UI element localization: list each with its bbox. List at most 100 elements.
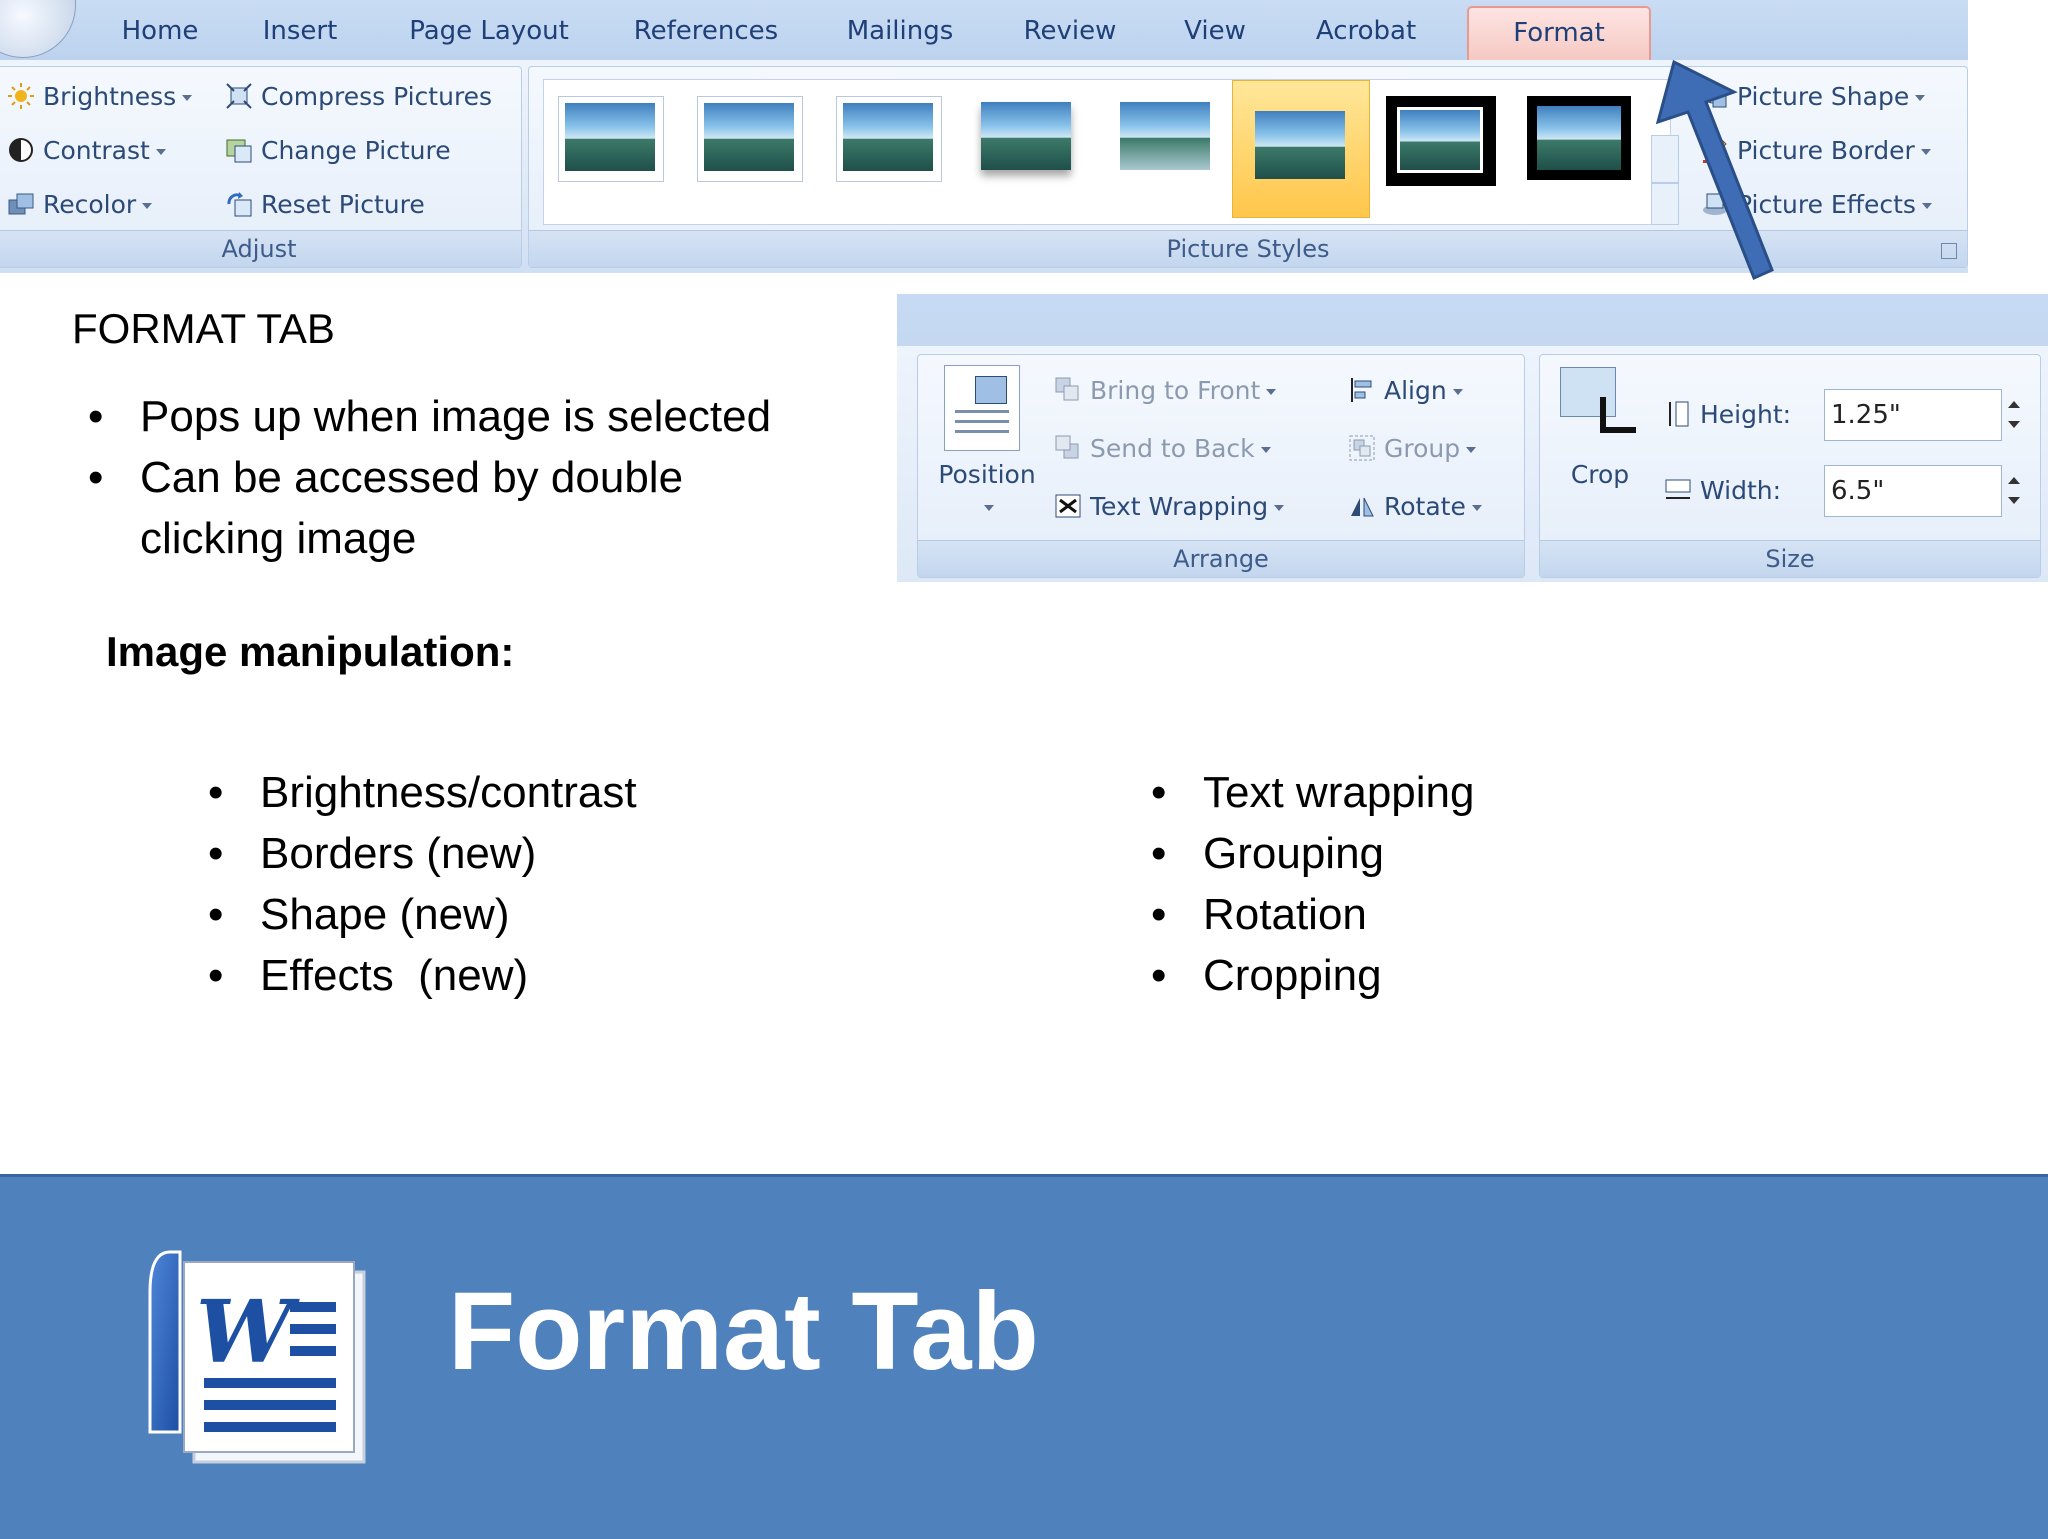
intro-bullet: Pops up when image is selected — [88, 386, 848, 447]
crop-button[interactable]: Crop — [1550, 455, 1650, 495]
reset-picture-button[interactable]: Reset Picture — [225, 185, 425, 225]
list-item: Shape (new) — [208, 884, 808, 945]
height-input[interactable]: 1.25" — [1824, 389, 2002, 441]
bring-to-front-label: Bring to Front — [1090, 376, 1261, 405]
list-item: Text wrapping — [1151, 762, 1751, 823]
group-button[interactable]: Group — [1348, 429, 1477, 469]
height-icon — [1664, 400, 1692, 428]
tab-mailings[interactable]: Mailings — [836, 10, 964, 52]
align-label: Align — [1384, 376, 1447, 405]
chevron-down-icon — [1471, 505, 1482, 511]
height-label-row: Height: — [1664, 395, 1791, 435]
position-icon[interactable] — [944, 365, 1020, 451]
send-to-back-label: Send to Back — [1090, 434, 1255, 463]
picture-style-thumbnail[interactable] — [558, 96, 664, 182]
height-label: Height: — [1700, 400, 1792, 429]
height-spinner[interactable] — [2000, 389, 2028, 441]
compress-icon — [225, 82, 253, 110]
contrast-icon — [7, 136, 35, 164]
picture-style-thumbnail[interactable] — [1114, 96, 1218, 180]
list-item: Effects (new) — [208, 945, 808, 1006]
picture-style-thumbnail[interactable] — [836, 96, 942, 182]
chevron-down-icon — [1266, 389, 1277, 395]
bring-to-front-icon — [1054, 376, 1082, 404]
change-picture-button[interactable]: Change Picture — [225, 131, 451, 171]
chevron-down-icon — [155, 149, 166, 155]
position-button[interactable]: Position — [932, 455, 1042, 495]
dialog-launcher-icon[interactable] — [1941, 243, 1957, 259]
rotate-label: Rotate — [1384, 492, 1466, 521]
compress-pictures-button[interactable]: Compress Pictures — [225, 77, 492, 117]
tab-view[interactable]: View — [1170, 10, 1260, 52]
sun-icon — [7, 82, 35, 110]
tab-page-layout[interactable]: Page Layout — [404, 10, 574, 52]
group-label: Group — [1384, 434, 1461, 463]
send-to-back-icon — [1054, 434, 1082, 462]
tab-review[interactable]: Review — [1014, 10, 1126, 52]
bring-to-front-button[interactable]: Bring to Front — [1054, 371, 1277, 411]
list-item: Rotation — [1151, 884, 1751, 945]
list-item: Cropping — [1151, 945, 1751, 1006]
change-picture-icon — [225, 136, 253, 164]
word-logo-icon: W — [148, 1250, 366, 1464]
recolor-label: Recolor — [43, 190, 137, 219]
adjust-group-label: Adjust — [0, 230, 521, 267]
chevron-down-icon — [1452, 389, 1463, 395]
text-wrapping-label: Text Wrapping — [1090, 492, 1269, 521]
intro-bullets: Pops up when image is selected Can be ac… — [88, 386, 848, 569]
align-icon — [1348, 376, 1376, 404]
tab-format[interactable]: Format — [1467, 6, 1651, 60]
chevron-down-icon — [1466, 447, 1477, 453]
picture-style-thumbnail[interactable] — [975, 96, 1079, 180]
contrast-button[interactable]: Contrast — [7, 131, 166, 171]
picture-style-thumbnail-selected[interactable] — [1232, 80, 1370, 218]
align-button[interactable]: Align — [1348, 371, 1463, 411]
list-item: Brightness/contrast — [208, 762, 808, 823]
chevron-down-icon — [182, 95, 193, 101]
tab-acrobat[interactable]: Acrobat — [1306, 10, 1426, 52]
width-label: Width: — [1700, 476, 1782, 505]
chevron-down-icon — [1921, 203, 1932, 209]
send-to-back-button[interactable]: Send to Back — [1054, 429, 1271, 469]
group-icon — [1348, 434, 1376, 462]
picture-style-thumbnail[interactable] — [697, 96, 803, 182]
compress-pictures-label: Compress Pictures — [261, 82, 493, 111]
brightness-button[interactable]: Brightness — [7, 77, 193, 117]
arrange-size-ribbon-body: Position Bring to Front Send to Back Tex… — [897, 346, 2048, 582]
tab-insert[interactable]: Insert — [252, 10, 348, 52]
chevron-down-icon — [1915, 95, 1926, 101]
recolor-button[interactable]: Recolor — [7, 185, 153, 225]
office-button[interactable] — [0, 0, 76, 58]
intro-bullet: Can be accessed by double clicking image — [88, 447, 780, 569]
slide-title: Format Tab — [448, 1270, 1039, 1393]
text-wrapping-button[interactable]: Text Wrapping — [1054, 487, 1285, 527]
adjust-group: Brightness Contrast Recolor Compress Pic… — [0, 66, 522, 268]
list-item: Borders (new) — [208, 823, 808, 884]
width-icon — [1664, 476, 1692, 504]
arrange-size-ribbon: Position Bring to Front Send to Back Tex… — [897, 294, 2048, 582]
list-item: Grouping — [1151, 823, 1751, 884]
size-group-label: Size — [1540, 540, 2040, 577]
chevron-down-icon — [1920, 149, 1931, 155]
width-input[interactable]: 6.5" — [1824, 465, 2002, 517]
chevron-down-icon — [1274, 505, 1285, 511]
left-bullets: Brightness/contrast Borders (new) Shape … — [208, 762, 808, 1006]
change-picture-label: Change Picture — [261, 136, 451, 165]
picture-style-thumbnail[interactable] — [1386, 96, 1496, 186]
annotation-arrow — [1655, 59, 1774, 281]
tab-references[interactable]: References — [626, 10, 786, 52]
width-spinner[interactable] — [2000, 465, 2028, 517]
reset-picture-icon — [225, 190, 253, 218]
width-label-row: Width: — [1664, 471, 1781, 511]
arrange-group: Position Bring to Front Send to Back Tex… — [917, 354, 1525, 578]
crop-icon[interactable] — [1560, 367, 1636, 439]
rotate-icon — [1348, 492, 1376, 520]
image-manipulation-subheading: Image manipulation: — [106, 628, 515, 675]
chevron-down-icon — [142, 203, 153, 209]
tab-home[interactable]: Home — [112, 10, 208, 52]
recolor-icon — [7, 190, 35, 218]
picture-style-thumbnail[interactable] — [1527, 96, 1631, 180]
rotate-button[interactable]: Rotate — [1348, 487, 1482, 527]
svg-text:W: W — [196, 1282, 300, 1383]
chevron-down-icon — [1260, 447, 1271, 453]
